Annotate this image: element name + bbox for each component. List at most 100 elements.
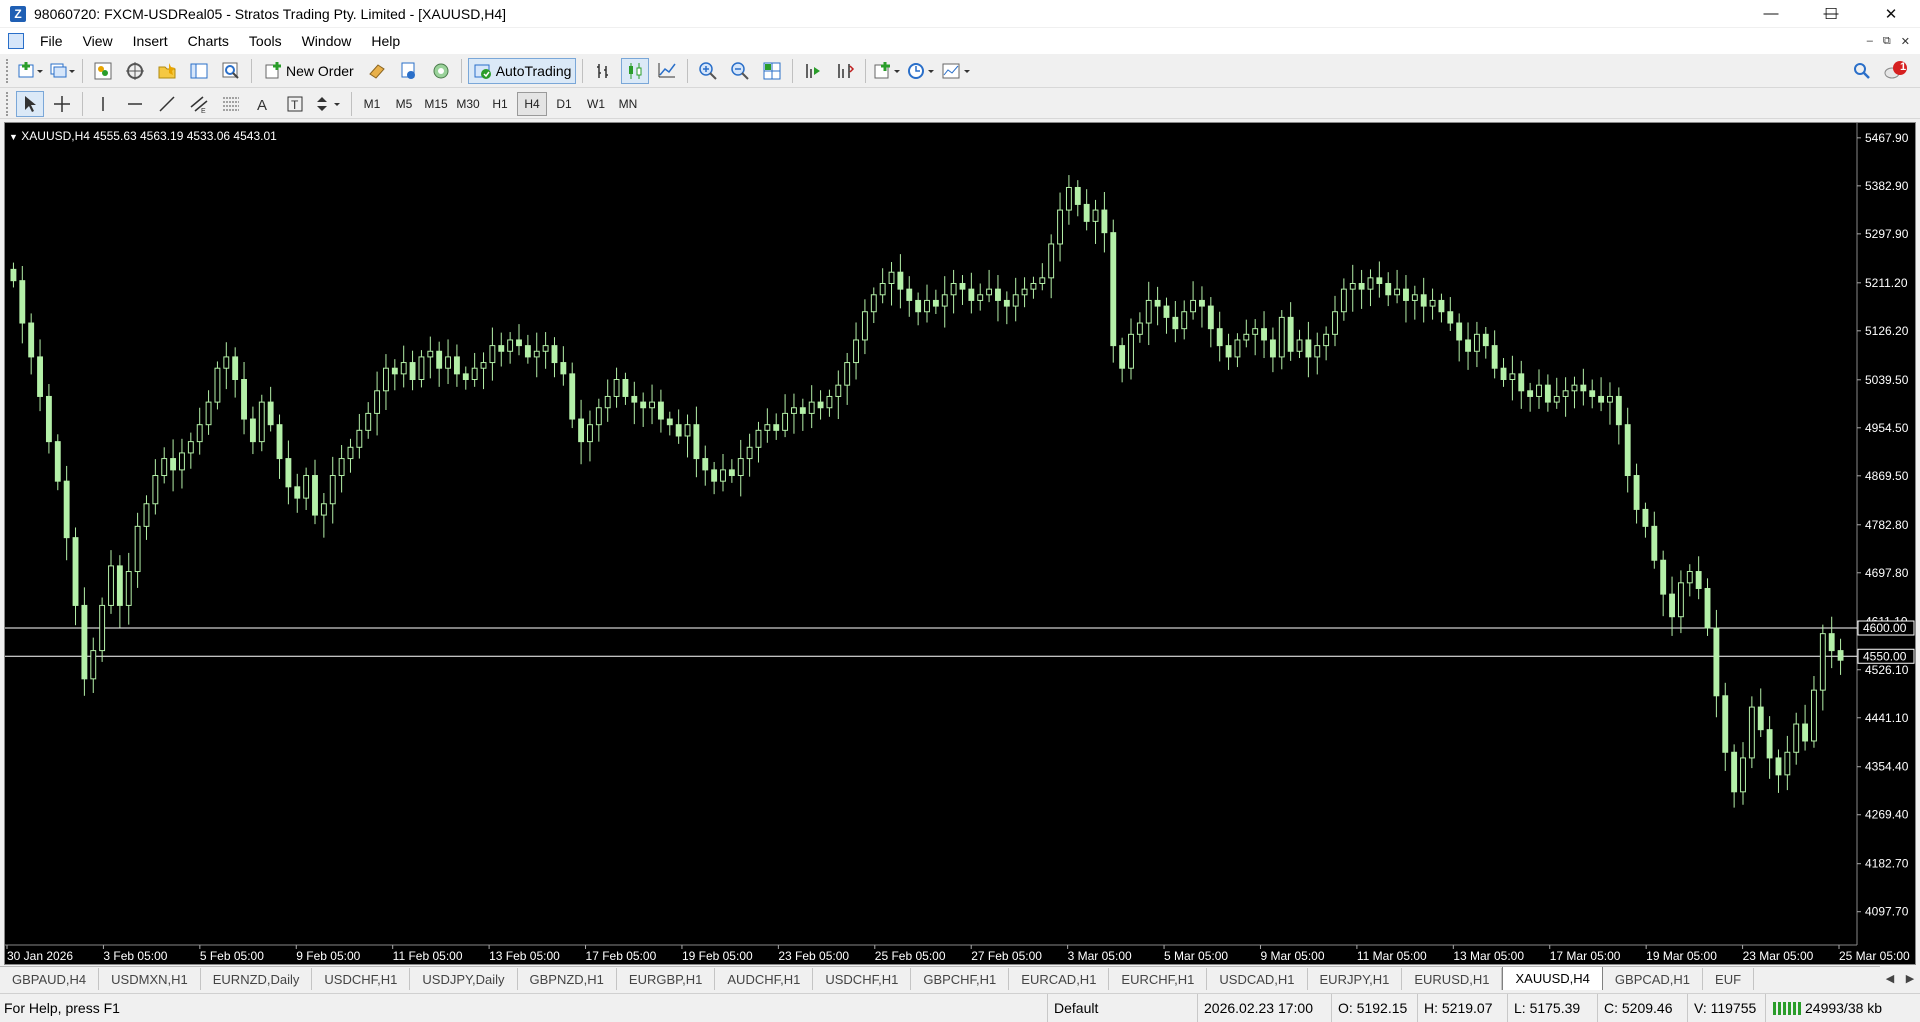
chart-tab[interactable]: USDCHF,H1 — [813, 968, 912, 990]
tab-scroll-right-icon[interactable]: ▶ — [1906, 972, 1914, 985]
chart-tab[interactable]: GBPAUD,H4 — [0, 968, 100, 990]
tile-windows-button[interactable] — [758, 58, 786, 84]
new-chart-button[interactable] — [16, 58, 44, 84]
timeframe-m1[interactable]: M1 — [357, 92, 387, 116]
auto-scroll-button[interactable] — [799, 58, 827, 84]
text-tool-button[interactable]: A — [249, 91, 277, 117]
metaeditor-button[interactable] — [363, 58, 391, 84]
candle-body — [1589, 390, 1596, 397]
chart-window-icon[interactable] — [8, 33, 24, 49]
timeframe-h4[interactable]: H4 — [517, 91, 547, 116]
signals-button[interactable] — [395, 58, 423, 84]
timeframe-w1[interactable]: W1 — [581, 92, 611, 116]
timeframe-h1[interactable]: H1 — [485, 92, 515, 116]
mdi-minimize-button[interactable]: – — [1867, 35, 1873, 47]
chart-tab[interactable]: XAUUSD,H4 — [1502, 967, 1603, 990]
zoom-out-button[interactable] — [726, 58, 754, 84]
svg-text:T: T — [291, 98, 299, 112]
market-watch-button[interactable] — [89, 58, 117, 84]
status-profile[interactable]: Default — [1047, 994, 1197, 1022]
line-chart-button[interactable] — [653, 58, 681, 84]
menu-insert[interactable]: Insert — [123, 33, 178, 49]
zoom-in-button[interactable] — [694, 58, 722, 84]
search-button[interactable] — [1848, 58, 1876, 84]
chart-tab[interactable]: EURCAD,H1 — [1009, 968, 1110, 990]
cursor-tool-button[interactable] — [16, 90, 44, 117]
chart-canvas[interactable]: 5467.90 5382.90 5297.90 5211.20 5126.20 5039.… — [5, 123, 1915, 964]
chart-tab[interactable]: GBPCAD,H1 — [1603, 968, 1704, 990]
candle-body — [312, 475, 318, 516]
candle-body — [1802, 723, 1809, 742]
status-open: O: 5192.15 — [1331, 994, 1417, 1022]
menu-file[interactable]: File — [30, 33, 73, 49]
mdi-close-button[interactable]: ✕ — [1901, 35, 1910, 48]
candlesticks-button[interactable] — [621, 58, 650, 84]
chart-tab[interactable]: USDMXN,H1 — [99, 968, 201, 990]
status-traffic: 24993/38 kb — [1805, 1000, 1883, 1016]
candle-body — [879, 282, 886, 296]
trendline-button[interactable] — [153, 91, 181, 117]
fibonacci-button[interactable] — [217, 91, 245, 117]
equidistant-channel-button[interactable]: E — [185, 91, 213, 117]
chart-tab[interactable]: EURCHF,H1 — [1109, 968, 1208, 990]
chart-tab[interactable]: GBPNZD,H1 — [518, 968, 617, 990]
market-button[interactable] — [427, 58, 455, 84]
chart-tab[interactable]: GBPCHF,H1 — [911, 968, 1010, 990]
candle-body — [1376, 277, 1383, 284]
menu-view[interactable]: View — [73, 33, 123, 49]
timeframe-mn[interactable]: MN — [613, 92, 643, 116]
time-tick-label: 25 Feb 05:00 — [875, 949, 946, 963]
chart-tab[interactable]: EURUSD,H1 — [1402, 968, 1503, 990]
timeframe-d1[interactable]: D1 — [549, 92, 579, 116]
periods-button[interactable] — [906, 58, 936, 84]
chart-tab[interactable]: USDCAD,H1 — [1207, 968, 1308, 990]
candle-body — [1385, 282, 1392, 296]
window-minimize-button[interactable]: — — [1748, 0, 1794, 27]
chart-tab[interactable]: EURJPY,H1 — [1308, 968, 1403, 990]
indicators-button[interactable] — [872, 58, 902, 84]
status-connection[interactable]: 24993/38 kb — [1765, 994, 1920, 1022]
timeframe-m5[interactable]: M5 — [389, 92, 419, 116]
chart-tab[interactable]: USDJPY,Daily — [410, 968, 518, 990]
notifications-button[interactable]: 1 — [1882, 58, 1910, 84]
navigator-button[interactable] — [153, 58, 181, 84]
menu-tools[interactable]: Tools — [239, 33, 292, 49]
chart-shift-button[interactable] — [831, 58, 859, 84]
candle-body — [808, 401, 815, 414]
bar-chart-button[interactable] — [589, 58, 617, 84]
menu-window[interactable]: Window — [292, 33, 362, 49]
timeframe-m15[interactable]: M15 — [421, 92, 451, 116]
candle-body — [1740, 757, 1746, 793]
candle-body — [241, 379, 247, 420]
candle-body — [1181, 311, 1188, 330]
chart-tab[interactable]: USDCHF,H1 — [312, 968, 411, 990]
toolbar-grip[interactable] — [6, 91, 10, 116]
chart-tab[interactable]: EUF — [1703, 968, 1755, 990]
toolbar-grip[interactable] — [6, 59, 10, 83]
arrows-button[interactable] — [313, 91, 345, 117]
vertical-line-button[interactable] — [89, 91, 117, 117]
window-close-button[interactable]: ✕ — [1868, 0, 1914, 27]
chart-tab[interactable]: EURNZD,Daily — [201, 968, 313, 990]
chart-tab[interactable]: AUDCHF,H1 — [715, 968, 814, 990]
data-window-button[interactable] — [121, 58, 149, 84]
menu-help[interactable]: Help — [361, 33, 410, 49]
chart-tab[interactable]: EURGBP,H1 — [617, 968, 716, 990]
price-chart[interactable]: 5467.90 5382.90 5297.90 5211.20 5126.20 5039.… — [4, 122, 1916, 965]
text-label-button[interactable]: T — [281, 91, 309, 117]
candle-body — [143, 503, 150, 527]
menu-charts[interactable]: Charts — [178, 33, 239, 49]
candle-body — [791, 407, 797, 414]
profiles-button[interactable] — [48, 58, 76, 84]
new-order-button[interactable]: New Order — [258, 58, 359, 84]
crosshair-tool-button[interactable] — [48, 91, 76, 117]
strategy-tester-button[interactable] — [217, 58, 245, 84]
horizontal-line-button[interactable] — [121, 91, 149, 117]
mdi-restore-button[interactable]: ⧉ — [1883, 35, 1891, 48]
tab-scroll-left-icon[interactable]: ◀ — [1886, 972, 1894, 985]
templates-button[interactable] — [940, 58, 972, 84]
autotrading-button[interactable]: AutoTrading — [467, 58, 577, 84]
timeframe-m30[interactable]: M30 — [453, 92, 483, 116]
terminal-button[interactable] — [185, 58, 213, 84]
window-maximize-button[interactable]: ☐ — [1808, 0, 1854, 27]
